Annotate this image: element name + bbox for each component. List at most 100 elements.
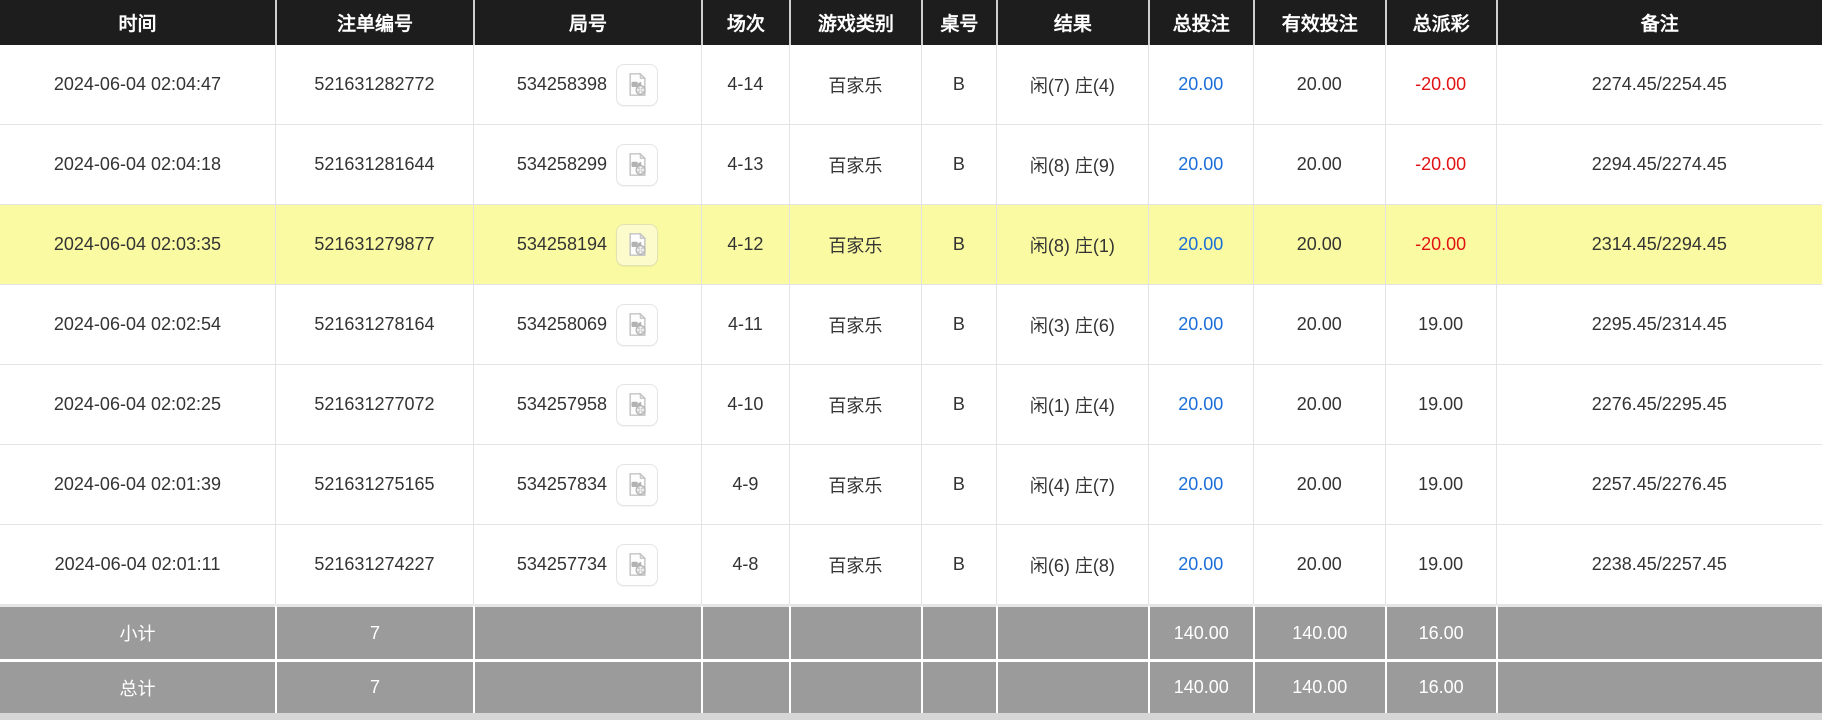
cell-round-no: 534258194 bbox=[472, 205, 701, 285]
video-replay-button[interactable] bbox=[616, 543, 658, 586]
table-bottom-strip bbox=[0, 713, 1822, 720]
cell-time: 2024-06-04 02:01:11 bbox=[0, 525, 275, 605]
round-number: 534257958 bbox=[516, 394, 607, 414]
cell-session: 4-11 bbox=[700, 285, 789, 365]
cell-result: 闲(8) 庄(1) bbox=[995, 205, 1148, 285]
grand-total-row: 总计 7 140.00 140.00 16.00 bbox=[0, 659, 1822, 713]
grand-total-payout: 16.00 bbox=[1384, 659, 1496, 713]
round-number: 534257734 bbox=[516, 554, 607, 574]
cell-valid-bet: 20.00 bbox=[1252, 45, 1385, 125]
cell-total-bet[interactable]: 20.00 bbox=[1147, 125, 1253, 205]
round-number: 534258069 bbox=[516, 314, 607, 334]
cell-result: 闲(6) 庄(8) bbox=[995, 525, 1148, 605]
cell-session: 4-12 bbox=[700, 205, 789, 285]
table-row[interactable]: 2024-06-04 02:03:35 521631279877 5342581… bbox=[0, 205, 1822, 285]
cell-valid-bet: 20.00 bbox=[1252, 125, 1385, 205]
round-number: 534257834 bbox=[516, 474, 607, 494]
cell-remark: 2257.45/2276.45 bbox=[1495, 445, 1822, 525]
video-replay-button[interactable] bbox=[616, 303, 658, 346]
subtotal-count: 7 bbox=[274, 605, 473, 659]
cell-round-no: 534257834 bbox=[472, 445, 701, 525]
cell-order-no: 521631279877 bbox=[274, 205, 473, 285]
grand-total-result-empty bbox=[995, 659, 1148, 713]
video-replay-button[interactable] bbox=[616, 463, 658, 506]
table-row[interactable]: 2024-06-04 02:02:25 521631277072 5342579… bbox=[0, 365, 1822, 445]
cell-game-type: 百家乐 bbox=[788, 445, 921, 525]
cell-total-bet[interactable]: 20.00 bbox=[1147, 525, 1253, 605]
bet-records-table: 时间 注单编号 局号 场次 游戏类别 桌号 结果 总投注 有效投注 总派彩 备注… bbox=[0, 0, 1822, 713]
cell-session: 4-8 bbox=[700, 525, 789, 605]
cell-round-no: 534257734 bbox=[472, 525, 701, 605]
cell-game-type: 百家乐 bbox=[788, 125, 921, 205]
cell-game-type: 百家乐 bbox=[788, 525, 921, 605]
table-row[interactable]: 2024-06-04 02:04:47 521631282772 5342583… bbox=[0, 45, 1822, 125]
cell-payout: 19.00 bbox=[1384, 365, 1496, 445]
video-file-icon bbox=[624, 471, 651, 498]
table-row[interactable]: 2024-06-04 02:02:54 521631278164 5342580… bbox=[0, 285, 1822, 365]
cell-valid-bet: 20.00 bbox=[1252, 205, 1385, 285]
cell-order-no: 521631282772 bbox=[274, 45, 473, 125]
subtotal-total-bet: 140.00 bbox=[1147, 605, 1253, 659]
video-replay-button[interactable] bbox=[616, 383, 658, 426]
col-header-payout: 总派彩 bbox=[1384, 0, 1496, 45]
cell-total-bet[interactable]: 20.00 bbox=[1147, 445, 1253, 525]
cell-payout: 19.00 bbox=[1384, 525, 1496, 605]
video-file-icon bbox=[624, 151, 651, 178]
grand-total-count: 7 bbox=[274, 659, 473, 713]
cell-total-bet[interactable]: 20.00 bbox=[1147, 285, 1253, 365]
cell-game-type: 百家乐 bbox=[788, 45, 921, 125]
cell-payout: 19.00 bbox=[1384, 285, 1496, 365]
subtotal-session-empty bbox=[700, 605, 789, 659]
video-file-icon bbox=[624, 71, 651, 98]
cell-time: 2024-06-04 02:01:39 bbox=[0, 445, 275, 525]
col-header-remark: 备注 bbox=[1495, 0, 1822, 45]
cell-table-no: B bbox=[920, 445, 996, 525]
cell-session: 4-14 bbox=[700, 45, 789, 125]
col-header-order-no: 注单编号 bbox=[274, 0, 473, 45]
table-row[interactable]: 2024-06-04 02:01:39 521631275165 5342578… bbox=[0, 445, 1822, 525]
grand-total-valid-bet: 140.00 bbox=[1252, 659, 1385, 713]
subtotal-table-empty bbox=[920, 605, 996, 659]
col-header-time: 时间 bbox=[0, 0, 275, 45]
cell-table-no: B bbox=[920, 365, 996, 445]
subtotal-row: 小计 7 140.00 140.00 16.00 bbox=[0, 605, 1822, 659]
subtotal-remark-empty bbox=[1495, 605, 1822, 659]
subtotal-label: 小计 bbox=[0, 605, 275, 659]
cell-round-no: 534258398 bbox=[472, 45, 701, 125]
cell-payout: -20.00 bbox=[1384, 125, 1496, 205]
cell-table-no: B bbox=[920, 125, 996, 205]
cell-valid-bet: 20.00 bbox=[1252, 285, 1385, 365]
subtotal-result-empty bbox=[995, 605, 1148, 659]
table-body: 2024-06-04 02:04:47 521631282772 5342583… bbox=[0, 45, 1822, 605]
video-file-icon bbox=[624, 551, 651, 578]
cell-payout: 19.00 bbox=[1384, 445, 1496, 525]
cell-total-bet[interactable]: 20.00 bbox=[1147, 45, 1253, 125]
cell-order-no: 521631277072 bbox=[274, 365, 473, 445]
table-row[interactable]: 2024-06-04 02:01:11 521631274227 5342577… bbox=[0, 525, 1822, 605]
table-row[interactable]: 2024-06-04 02:04:18 521631281644 5342582… bbox=[0, 125, 1822, 205]
grand-total-label: 总计 bbox=[0, 659, 275, 713]
video-replay-button[interactable] bbox=[616, 143, 658, 186]
cell-remark: 2295.45/2314.45 bbox=[1495, 285, 1822, 365]
grand-total-remark-empty bbox=[1495, 659, 1822, 713]
cell-total-bet[interactable]: 20.00 bbox=[1147, 365, 1253, 445]
col-header-total-bet: 总投注 bbox=[1147, 0, 1253, 45]
subtotal-game-empty bbox=[788, 605, 921, 659]
video-replay-button[interactable] bbox=[616, 223, 658, 266]
col-header-game-type: 游戏类别 bbox=[788, 0, 921, 45]
grand-total-total-bet: 140.00 bbox=[1147, 659, 1253, 713]
cell-game-type: 百家乐 bbox=[788, 205, 921, 285]
grand-total-game-empty bbox=[788, 659, 921, 713]
cell-session: 4-13 bbox=[700, 125, 789, 205]
grand-total-session-empty bbox=[700, 659, 789, 713]
video-file-icon bbox=[624, 311, 651, 338]
cell-game-type: 百家乐 bbox=[788, 285, 921, 365]
col-header-table-no: 桌号 bbox=[920, 0, 996, 45]
col-header-session: 场次 bbox=[700, 0, 789, 45]
video-replay-button[interactable] bbox=[616, 63, 658, 106]
round-number: 534258398 bbox=[516, 74, 607, 94]
cell-total-bet[interactable]: 20.00 bbox=[1147, 205, 1253, 285]
cell-result: 闲(7) 庄(4) bbox=[995, 45, 1148, 125]
cell-valid-bet: 20.00 bbox=[1252, 365, 1385, 445]
cell-table-no: B bbox=[920, 525, 996, 605]
